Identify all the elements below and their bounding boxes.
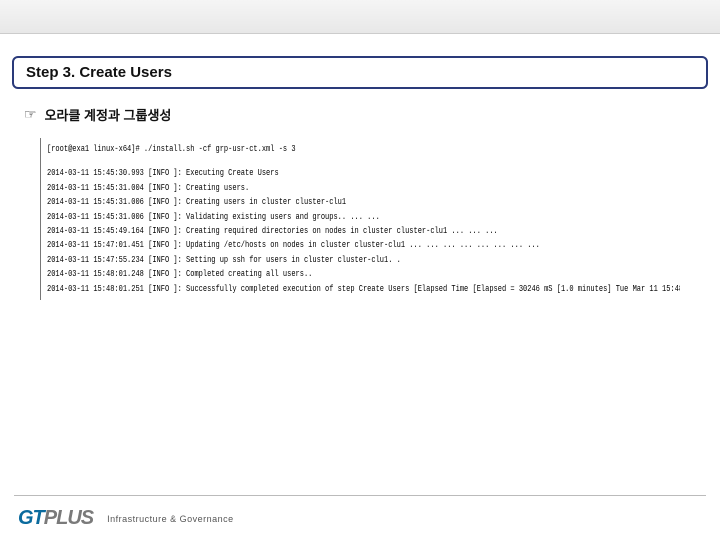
footer-divider: [14, 495, 706, 496]
terminal-line: 2014-03-11 15:45:49.164 [INFO ]: Creatin…: [47, 224, 541, 238]
subtitle-row: ☞ 오라클 계정과 그룹생성: [24, 105, 720, 124]
terminal-line: 2014-03-11 15:48:01.248 [INFO ]: Complet…: [47, 267, 541, 281]
step-title: Step 3. Create Users: [26, 64, 694, 81]
terminal-line: 2014-03-11 15:48:01.251 [INFO ]: Success…: [47, 282, 541, 296]
logo-gt: GT: [18, 507, 44, 530]
pointer-icon: ☞: [24, 106, 37, 123]
terminal-line: 2014-03-11 15:45:31.006 [INFO ]: Validat…: [47, 210, 541, 224]
terminal-line: 2014-03-11 15:45:31.006 [INFO ]: Creatin…: [47, 195, 541, 209]
logo: GTPLUS: [18, 507, 93, 530]
terminal-line: 2014-03-11 15:47:55.234 [INFO ]: Setting…: [47, 253, 541, 267]
subtitle-text: 오라클 계정과 그룹생성: [45, 105, 172, 124]
terminal-line: 2014-03-11 15:45:30.993 [INFO ]: Executi…: [47, 166, 541, 180]
terminal-command: [root@exa1 linux-x64]# ./install.sh -cf …: [47, 142, 541, 156]
footer-tagline: Infrastructure & Governance: [107, 514, 234, 524]
terminal-line: 2014-03-11 15:47:01.451 [INFO ]: Updatin…: [47, 238, 541, 252]
terminal-line: 2014-03-11 15:45:31.004 [INFO ]: Creatin…: [47, 181, 541, 195]
footer: GTPLUS Infrastructure & Governance: [0, 507, 720, 530]
top-bar: [0, 0, 720, 34]
terminal-output: [root@exa1 linux-x64]# ./install.sh -cf …: [40, 138, 680, 300]
logo-plus: PLUS: [44, 507, 93, 530]
step-title-box: Step 3. Create Users: [12, 56, 708, 89]
